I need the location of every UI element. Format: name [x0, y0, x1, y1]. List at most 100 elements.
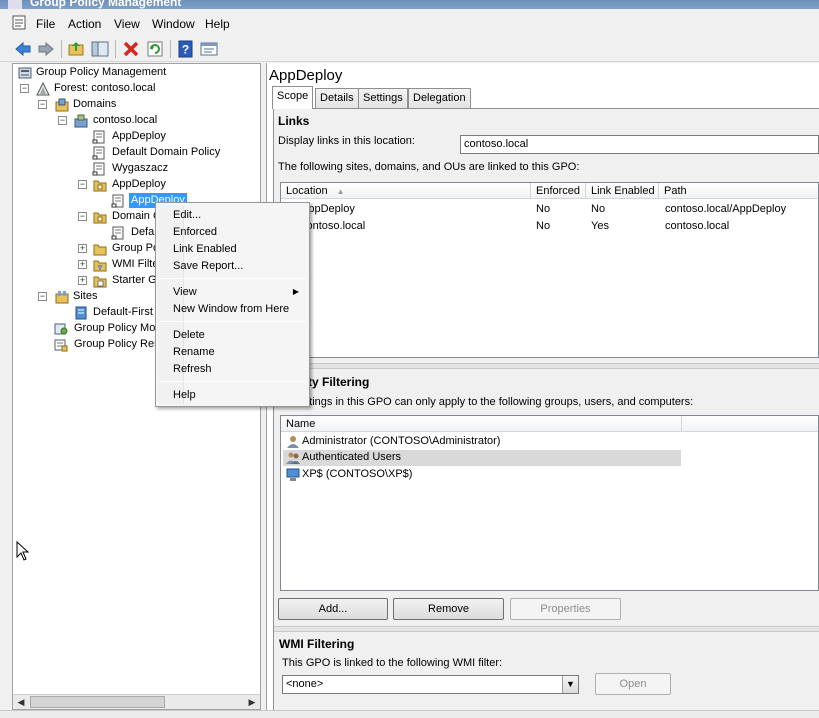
- security-row[interactable]: Administrator (CONTOSO\Administrator): [302, 433, 500, 450]
- tree-node-forest[interactable]: Forest: contoso.local: [54, 81, 156, 96]
- security-row-selected[interactable]: Authenticated Users: [302, 449, 401, 466]
- expand-toggle[interactable]: +: [78, 244, 87, 253]
- tree-node-group-policy-management[interactable]: Group Policy Management: [36, 65, 166, 80]
- tab-scope[interactable]: Scope: [272, 86, 314, 109]
- tree-node-wygaszacz[interactable]: Wygaszacz: [112, 161, 168, 176]
- collapse-toggle[interactable]: −: [38, 292, 47, 301]
- console-icon[interactable]: [12, 15, 28, 31]
- menu-file[interactable]: File: [36, 17, 55, 31]
- menu-item-rename[interactable]: Rename: [173, 344, 215, 360]
- security-row[interactable]: XP$ (CONTOSO\XP$): [302, 466, 412, 483]
- security-filtering-description: ettings in this GPO can only apply to th…: [300, 396, 694, 408]
- collapse-toggle[interactable]: −: [58, 116, 67, 125]
- collapse-toggle[interactable]: −: [78, 180, 87, 189]
- menu-item-new-window[interactable]: New Window from Here: [173, 301, 289, 317]
- menu-window[interactable]: Window: [152, 17, 195, 31]
- tree-node-starter-gpos[interactable]: Starter G: [112, 273, 157, 288]
- ou-folder-icon: [93, 212, 107, 224]
- domains-icon: [55, 98, 69, 112]
- window-title-bar: Group Policy Management: [0, 0, 819, 9]
- mouse-cursor-icon: [16, 541, 30, 561]
- security-filtering-list[interactable]: Name Administrator (CONTOSO\Administrato…: [280, 415, 819, 591]
- column-location[interactable]: Location ▲: [281, 183, 531, 199]
- tree-node-ou-appdeploy[interactable]: AppDeploy: [112, 177, 166, 192]
- menu-action[interactable]: Action: [68, 17, 101, 31]
- tree-node-contoso-local[interactable]: contoso.local: [93, 113, 157, 128]
- menu-item-view[interactable]: View ▶: [173, 284, 305, 300]
- menu-item-enforced[interactable]: Enforced: [173, 224, 217, 240]
- add-button[interactable]: Add...: [278, 598, 388, 620]
- link-row-link-enabled: No: [591, 203, 606, 215]
- tab-settings[interactable]: Settings: [358, 88, 408, 108]
- group-policy-modeling-icon: [54, 323, 68, 335]
- site-icon: [75, 306, 87, 320]
- location-combobox[interactable]: contoso.local: [460, 135, 819, 154]
- tree-node-group-policy-results[interactable]: Group Policy Res: [74, 337, 160, 352]
- column-link-enabled[interactable]: Link Enabled: [586, 183, 659, 199]
- properties-button[interactable]: Properties: [510, 598, 621, 620]
- menu-item-edit[interactable]: Edit...: [173, 207, 201, 223]
- menu-item-delete[interactable]: Delete: [173, 327, 205, 343]
- links-header: Links: [278, 114, 310, 128]
- tree-node-default-first-site[interactable]: Default-First: [93, 305, 153, 320]
- tree-node-group-policy-modeling[interactable]: Group Policy Mod: [74, 321, 161, 336]
- menu-item-save-report[interactable]: Save Report...: [173, 258, 243, 274]
- scrollbar-thumb[interactable]: [30, 696, 165, 708]
- tree-node-domains[interactable]: Domains: [73, 97, 116, 112]
- security-filtering-header: rity Filtering: [300, 375, 370, 389]
- menu-separator: [159, 381, 306, 382]
- up-folder-icon[interactable]: [67, 40, 85, 58]
- tab-delegation[interactable]: Delegation: [408, 88, 471, 108]
- dropdown-arrow-icon[interactable]: ▼: [562, 676, 578, 693]
- tree-node-default-domain-policy[interactable]: Default Domain Policy: [112, 145, 220, 160]
- menu-help[interactable]: Help: [205, 17, 230, 31]
- menu-item-refresh[interactable]: Refresh: [173, 361, 212, 377]
- show-hide-tree-icon[interactable]: [91, 40, 109, 58]
- section-splitter[interactable]: [274, 626, 819, 632]
- column-path[interactable]: Path: [659, 183, 818, 199]
- links-table[interactable]: Location ▲ Enforced Link Enabled Path Ap…: [280, 182, 819, 358]
- collapse-toggle[interactable]: −: [20, 84, 29, 93]
- menu-separator: [159, 278, 306, 279]
- remove-button[interactable]: Remove: [393, 598, 504, 620]
- link-row-enforced: No: [536, 203, 551, 215]
- tree-node-default-dc-policy[interactable]: Defa: [131, 225, 154, 240]
- link-row-link-enabled: Yes: [591, 220, 609, 232]
- column-name[interactable]: Name: [281, 416, 682, 432]
- menu-item-link-enabled[interactable]: Link Enabled: [173, 241, 237, 257]
- expand-toggle[interactable]: +: [78, 276, 87, 285]
- expand-toggle[interactable]: +: [78, 260, 87, 269]
- links-description: The following sites, domains, and OUs ar…: [278, 161, 580, 173]
- help-icon[interactable]: ?: [177, 40, 195, 58]
- collapse-toggle[interactable]: −: [38, 100, 47, 109]
- menu-item-view-label: View: [173, 286, 197, 298]
- collapse-toggle[interactable]: −: [78, 212, 87, 221]
- column-empty: [682, 416, 818, 432]
- wmi-filter-select[interactable]: <none>: [282, 675, 579, 694]
- tree-node-group-policy-objects[interactable]: Group Po: [112, 241, 159, 256]
- scroll-left-icon[interactable]: ◀: [13, 695, 29, 709]
- section-splitter[interactable]: [274, 363, 819, 369]
- domain-icon: [74, 114, 88, 128]
- tree-horizontal-scrollbar[interactable]: ◀ ▶: [13, 694, 260, 709]
- column-enforced[interactable]: Enforced: [531, 183, 586, 199]
- tree-node-wmi-filters[interactable]: WMI Filte: [112, 257, 158, 272]
- column-location-label: Location: [286, 185, 328, 197]
- refresh-icon[interactable]: [146, 40, 164, 58]
- properties-icon[interactable]: [200, 40, 218, 58]
- menu-separator: [159, 321, 306, 322]
- forward-arrow-icon[interactable]: [37, 40, 55, 58]
- tree-node-link-appdeploy[interactable]: AppDeploy: [112, 129, 166, 144]
- open-button[interactable]: Open: [595, 673, 671, 695]
- tree-node-sites[interactable]: Sites: [73, 289, 97, 304]
- scroll-right-icon[interactable]: ▶: [244, 695, 260, 709]
- tree-node-domain-controllers[interactable]: Domain C: [112, 209, 161, 224]
- link-row-location[interactable]: contoso.local: [301, 218, 365, 235]
- menu-view[interactable]: View: [114, 17, 140, 31]
- back-arrow-icon[interactable]: [14, 40, 32, 58]
- gpo-link-icon: [92, 130, 105, 144]
- menu-item-help[interactable]: Help: [173, 387, 196, 403]
- tab-details[interactable]: Details: [315, 88, 359, 108]
- delete-icon[interactable]: [122, 40, 140, 58]
- folder-icon: [93, 244, 107, 256]
